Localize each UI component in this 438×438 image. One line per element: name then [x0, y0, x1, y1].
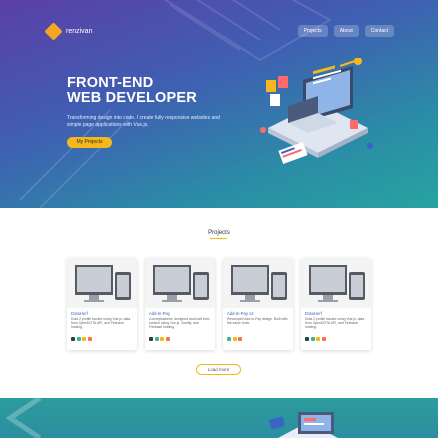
project-description: Dota 2 profile tracker using Vue.js, dat…: [305, 317, 365, 330]
project-description: Dota 2 profile tracker using Vue.js, dat…: [71, 317, 131, 330]
tech-tags: [71, 337, 92, 341]
logo-diamond-icon: [44, 22, 63, 41]
load-more-button[interactable]: Load more: [196, 364, 241, 375]
hero-title: FRONT-END WEB DEVELOPER: [67, 76, 197, 106]
html-icon: [321, 337, 326, 341]
vue-icon: [227, 337, 231, 341]
project-description: Conceptualized, designed and built from …: [149, 317, 210, 330]
firebase-icon: [82, 337, 86, 341]
project-thumbnail: [301, 258, 371, 308]
hero-title-line2: WEB DEVELOPER: [67, 90, 197, 106]
my-projects-button[interactable]: My Projects: [67, 137, 112, 148]
background-chevron-shape: [5, 398, 42, 438]
api-icon: [76, 337, 81, 341]
html-icon: [87, 337, 92, 341]
vue-icon: [71, 337, 75, 341]
project-title[interactable]: Add-In-Pay v2: [227, 311, 254, 316]
nav-projects-link[interactable]: Projects: [297, 25, 328, 37]
firebase-icon: [160, 337, 164, 341]
about-illustration: [268, 412, 338, 438]
hero-section: renzivan Projects About Contact FRONT-EN…: [0, 0, 438, 208]
about-section: [0, 398, 438, 438]
vue-icon: [149, 337, 153, 341]
project-card[interactable]: Add-In-Pay Conceptualized, designed and …: [145, 258, 215, 350]
hero-title-line1: FRONT-END: [67, 75, 154, 91]
project-card[interactable]: Add-In-Pay v2 Revamped Add-In-Pay design…: [223, 258, 293, 350]
api-icon: [310, 337, 315, 341]
project-card[interactable]: DotaHerf Dota 2 profile tracker using Vu…: [301, 258, 371, 350]
tech-tags: [149, 337, 170, 341]
nav-links: Projects About Contact: [297, 25, 394, 37]
project-thumbnail: [223, 258, 293, 308]
nav-about-link[interactable]: About: [333, 25, 359, 37]
project-title[interactable]: Add-In-Pay: [149, 311, 170, 316]
nav-contact-link[interactable]: Contact: [364, 25, 394, 37]
project-thumbnail: [145, 258, 215, 308]
html-icon: [238, 337, 242, 341]
hero-subtitle: Transforming design into code. I create …: [67, 115, 220, 128]
html-icon: [165, 337, 170, 341]
developer-workstation-illustration: [260, 58, 373, 165]
project-card[interactable]: DotaHerf Dota 2 profile tracker using Vu…: [67, 258, 137, 350]
project-thumbnail: [67, 258, 137, 308]
project-description: Revamped Add-In-Pay design. Built with t…: [227, 317, 288, 326]
firebase-icon: [232, 337, 237, 341]
firebase-icon: [316, 337, 320, 341]
top-navigation: renzivan Projects About Contact: [44, 22, 394, 42]
brand-logo[interactable]: renzivan: [44, 22, 93, 41]
project-title[interactable]: DotaHerf: [71, 311, 88, 316]
projects-heading-underline: [210, 238, 227, 239]
brand-name: renzivan: [66, 27, 93, 35]
vue-icon: [305, 337, 309, 341]
vuetify-icon: [154, 337, 159, 341]
project-title[interactable]: DotaHerf: [305, 311, 322, 316]
tech-tags: [305, 337, 326, 341]
tech-tags: [227, 337, 242, 341]
projects-heading: Projects: [208, 230, 230, 236]
